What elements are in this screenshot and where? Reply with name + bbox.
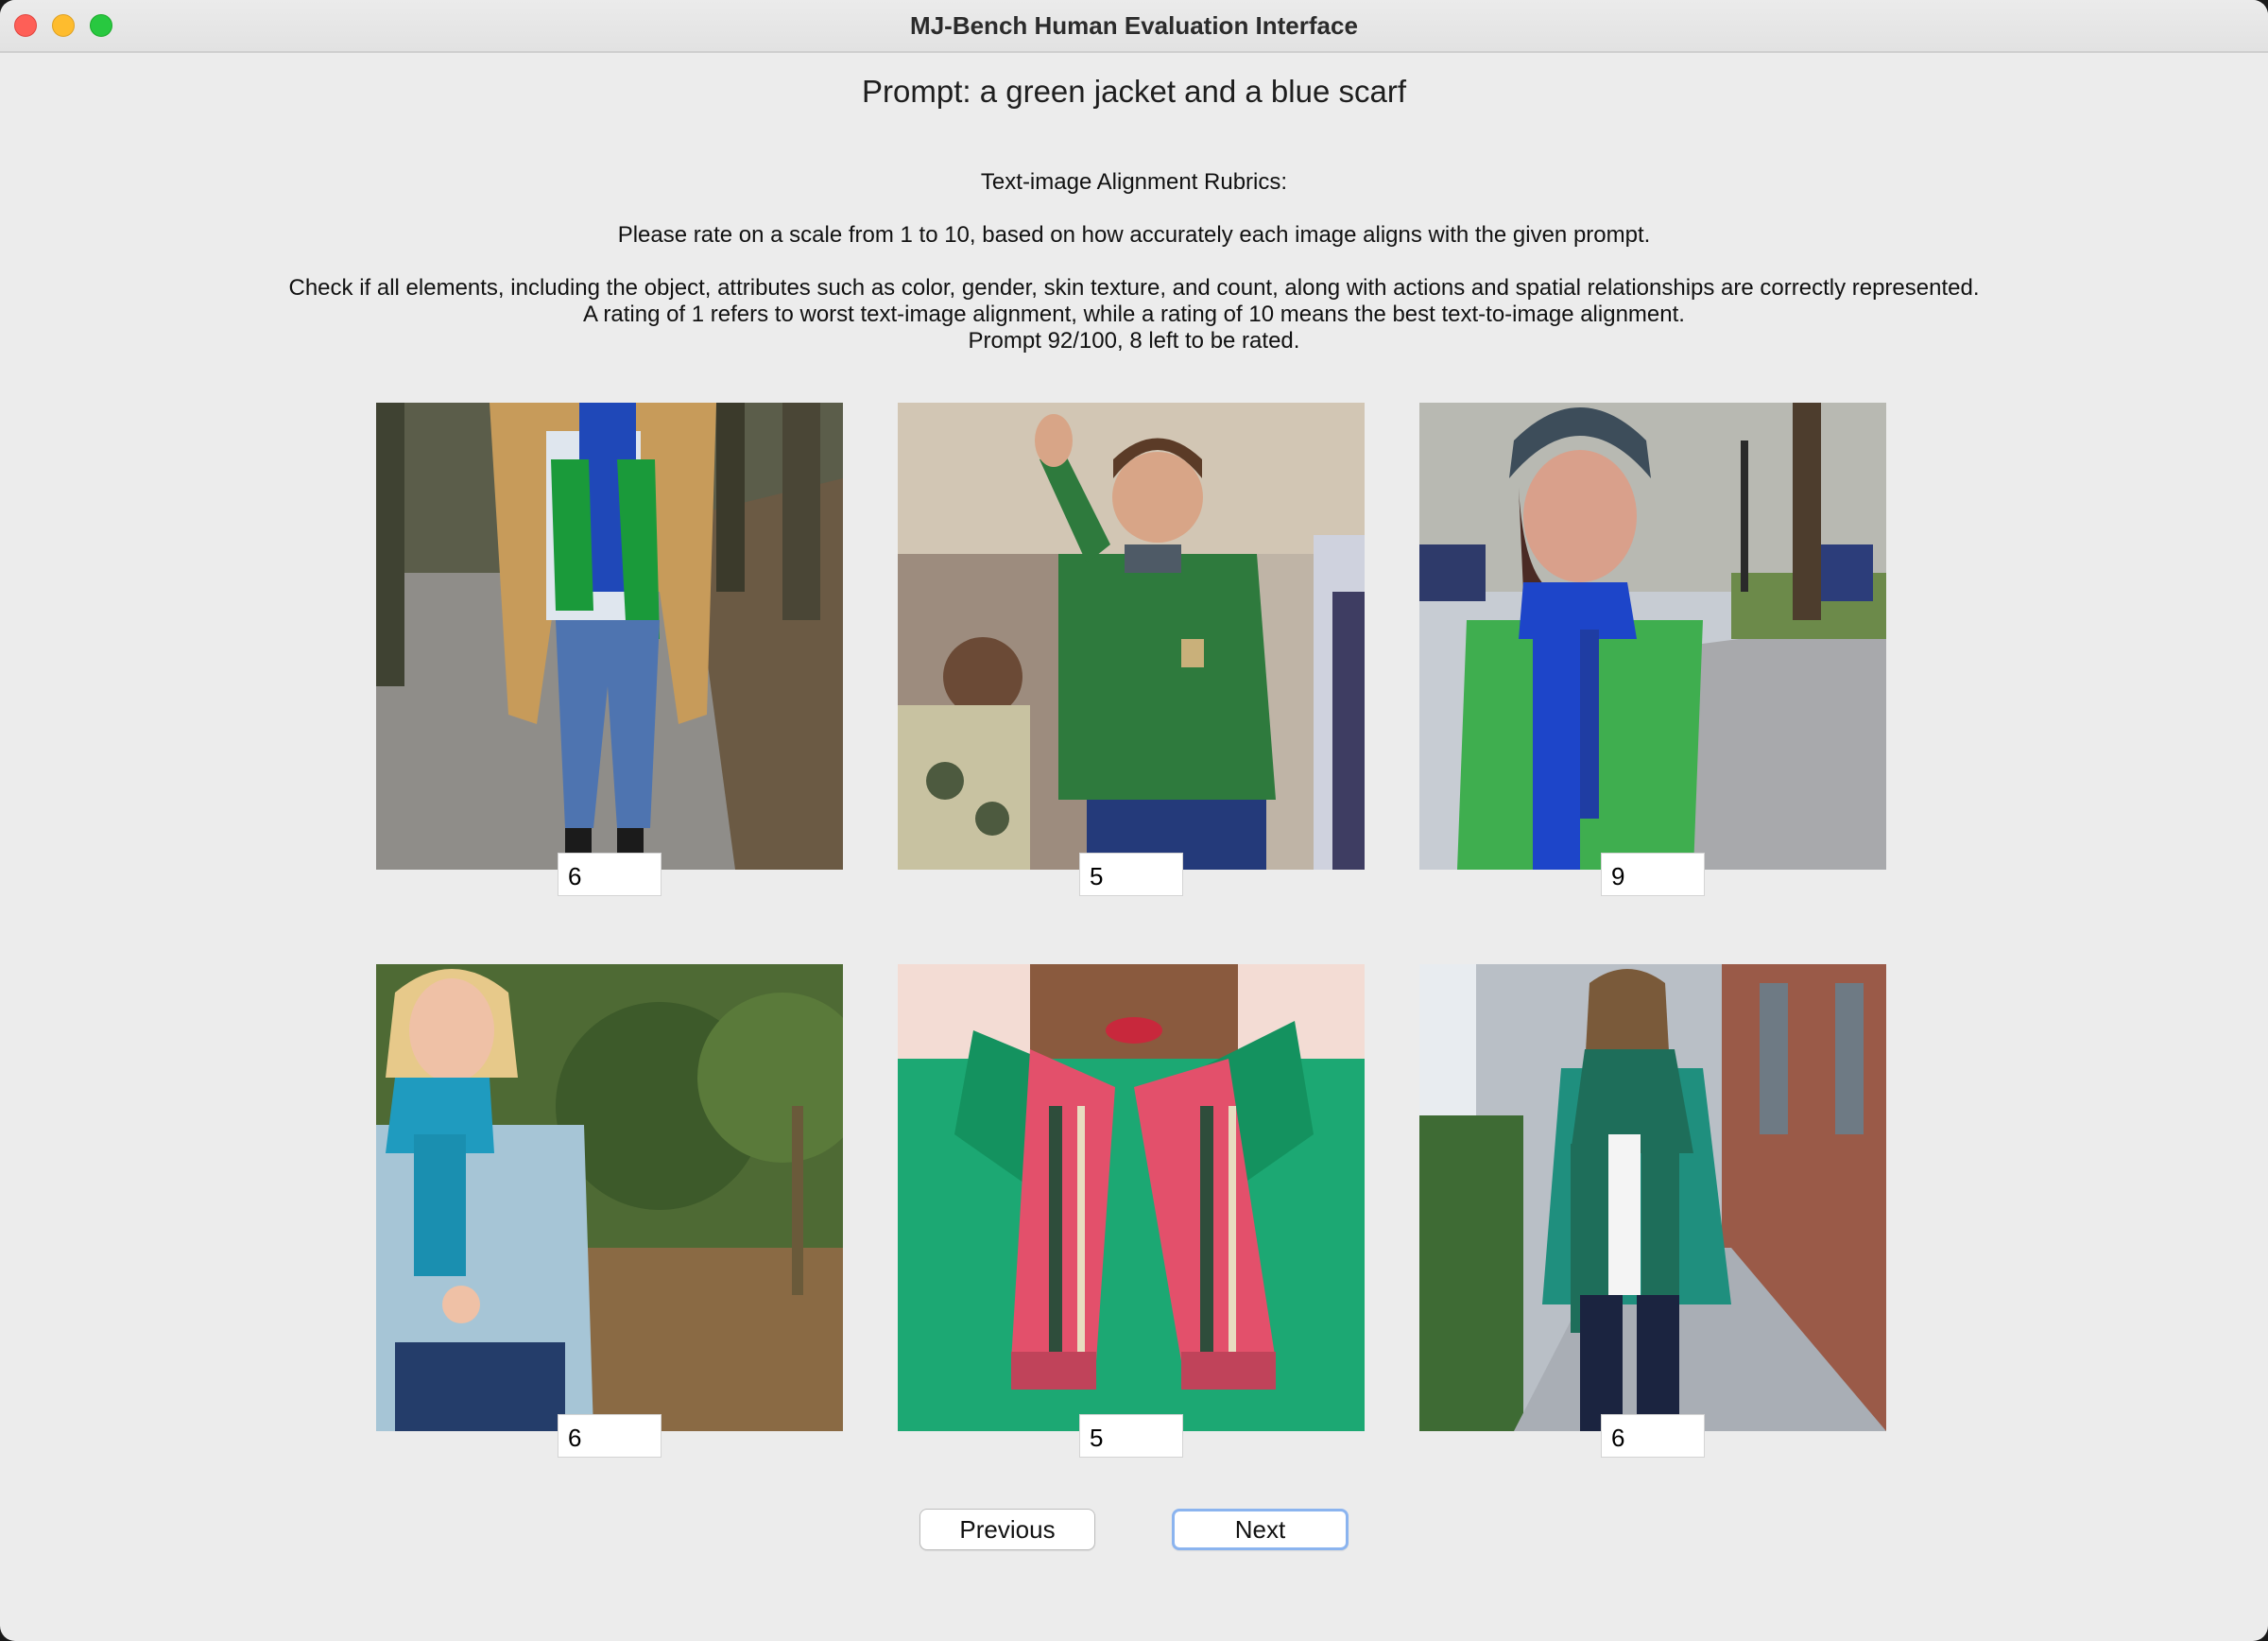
score-input-2[interactable]: 5 bbox=[1079, 853, 1183, 896]
score-input-5[interactable]: 5 bbox=[1079, 1414, 1183, 1458]
app-window: MJ-Bench Human Evaluation Interface Prom… bbox=[0, 0, 2268, 1641]
next-button[interactable]: Next bbox=[1172, 1509, 1349, 1550]
candidate-image-6 bbox=[1419, 964, 1886, 1431]
candidate-image-5 bbox=[898, 964, 1365, 1431]
rubric-scale-note: A rating of 1 refers to worst text-image… bbox=[583, 302, 1685, 327]
prompt-text: Prompt: a green jacket and a blue scarf bbox=[862, 74, 1406, 109]
title-bar: MJ-Bench Human Evaluation Interface bbox=[0, 0, 2268, 53]
rubric-heading: Text-image Alignment Rubrics: bbox=[980, 169, 1288, 195]
previous-button[interactable]: Previous bbox=[919, 1509, 1095, 1550]
candidate-image-3 bbox=[1419, 403, 1886, 870]
score-input-6[interactable]: 6 bbox=[1601, 1414, 1705, 1458]
rubric-instruction: Please rate on a scale from 1 to 10, bas… bbox=[617, 222, 1651, 248]
window-title: MJ-Bench Human Evaluation Interface bbox=[910, 11, 1358, 40]
score-input-3[interactable]: 9 bbox=[1601, 853, 1705, 896]
score-input-1[interactable]: 6 bbox=[558, 853, 662, 896]
candidate-image-2 bbox=[898, 403, 1365, 870]
rubric-progress: Prompt 92/100, 8 left to be rated. bbox=[968, 328, 1300, 354]
rubric-criteria: Check if all elements, including the obj… bbox=[288, 275, 1980, 301]
candidate-image-4 bbox=[376, 964, 843, 1431]
candidate-image-1 bbox=[376, 403, 843, 870]
score-input-4[interactable]: 6 bbox=[558, 1414, 662, 1458]
